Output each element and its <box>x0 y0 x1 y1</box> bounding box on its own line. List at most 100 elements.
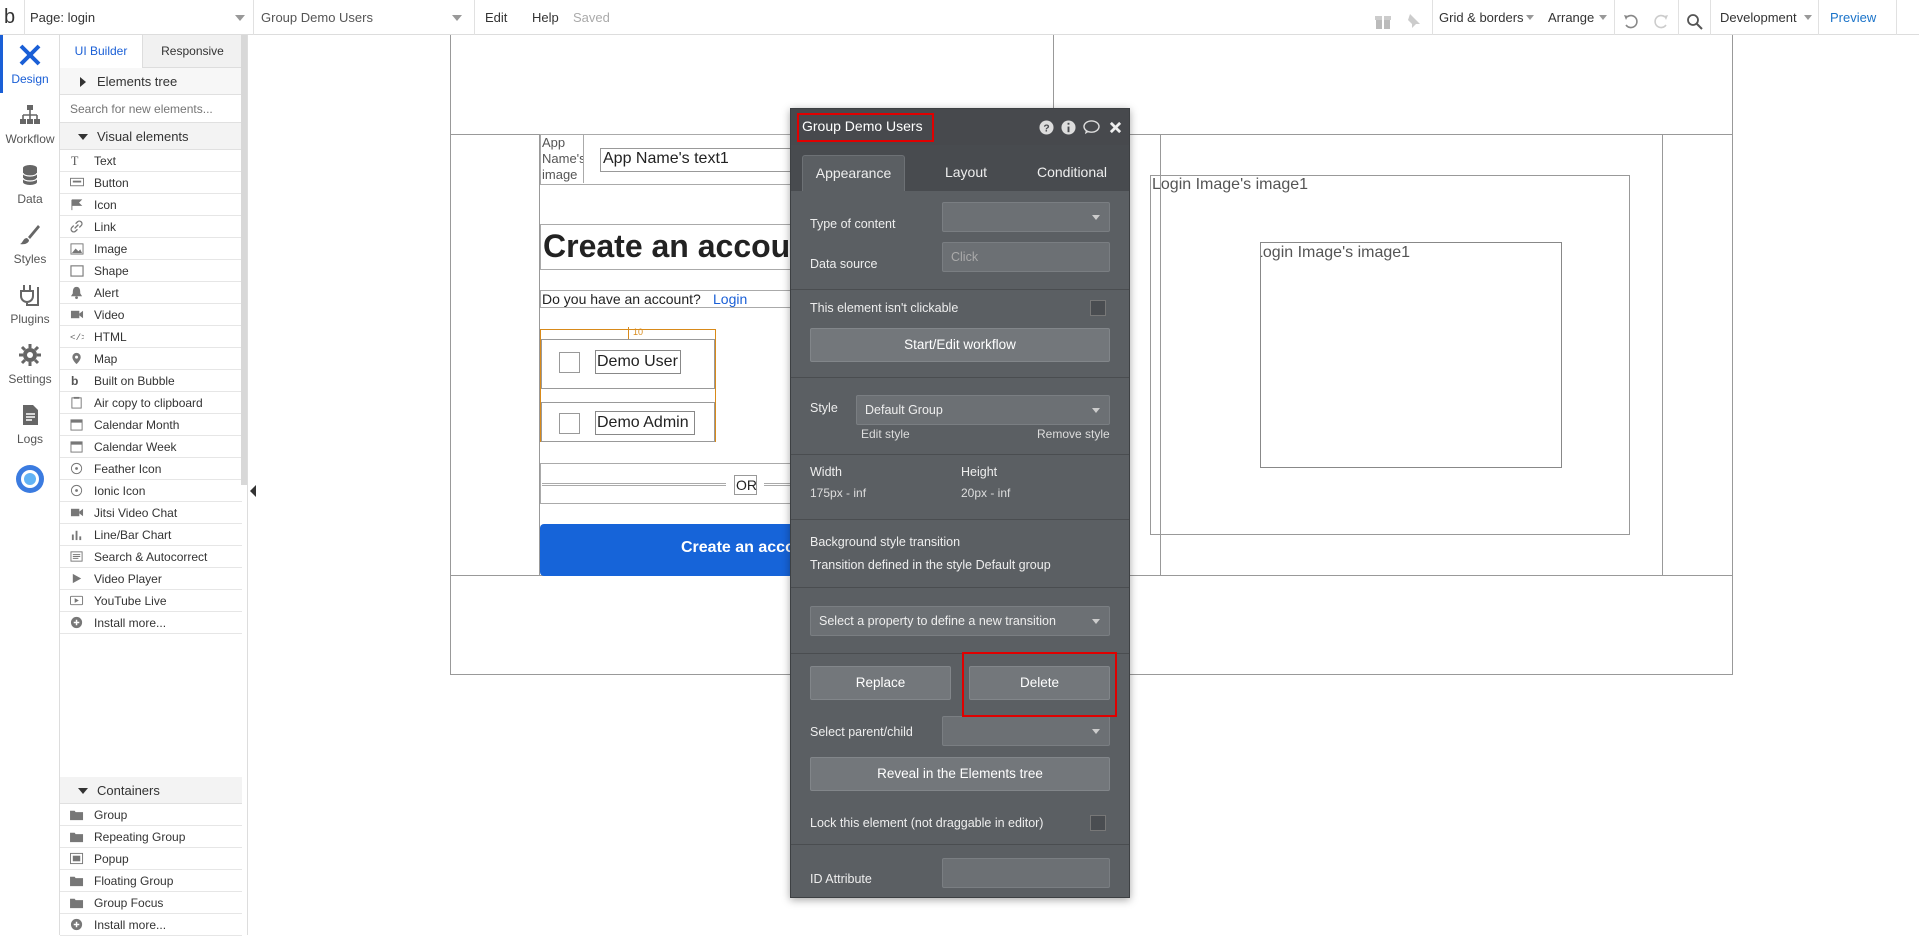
element-item-air-copy-to-clipboard[interactable]: Air copy to clipboard <box>60 392 242 414</box>
replace-button[interactable]: Replace <box>810 666 951 700</box>
type-of-content-label: Type of content <box>810 217 896 231</box>
element-search-input[interactable] <box>60 96 242 123</box>
element-item-text[interactable]: T Text <box>60 150 242 172</box>
gift-icon[interactable] <box>1374 8 1392 29</box>
delete-highlight <box>962 652 1117 717</box>
container-item-group-focus[interactable]: Group Focus <box>60 892 242 914</box>
element-item-shape[interactable]: Shape <box>60 260 242 282</box>
demo-user-checkbox[interactable] <box>559 352 580 373</box>
element-item-link[interactable]: Link <box>60 216 242 238</box>
visual-elements-header[interactable]: Visual elements <box>60 123 242 150</box>
container-item-repeating-group[interactable]: Repeating Group <box>60 826 242 848</box>
remove-style-link[interactable]: Remove style <box>1037 427 1110 441</box>
arrange-menu[interactable]: Arrange <box>1548 0 1608 35</box>
width-value[interactable]: 175px - inf <box>810 486 866 500</box>
undo-icon[interactable] <box>1622 9 1640 29</box>
style-select[interactable]: Default Group <box>856 395 1110 425</box>
id-attribute-input[interactable] <box>942 858 1110 888</box>
inner-image[interactable]: Login Image's image1 <box>1260 242 1562 468</box>
workflow-icon <box>20 105 40 124</box>
container-item-popup[interactable]: Popup <box>60 848 242 870</box>
assistant-icon[interactable] <box>14 463 46 495</box>
demo-admin-label-box[interactable]: Demo Admin <box>595 411 695 435</box>
top-toolbar: b Page: login Group Demo Users Edit Help… <box>0 0 1919 35</box>
element-item-map[interactable]: Map <box>60 348 242 370</box>
element-item-alert[interactable]: Alert <box>60 282 242 304</box>
demo-user-label-box[interactable]: Demo User <box>595 350 681 374</box>
preview-link[interactable]: Preview <box>1830 0 1876 35</box>
element-item-feather-icon[interactable]: Feather Icon <box>60 458 242 480</box>
tab-appearance[interactable]: Appearance <box>802 155 905 191</box>
transition-property-select[interactable]: Select a property to define a new transi… <box>810 606 1110 636</box>
info-icon[interactable] <box>1061 120 1076 135</box>
element-item-line-bar-chart[interactable]: Line/Bar Chart <box>60 524 242 546</box>
containers-header[interactable]: Containers <box>60 777 242 804</box>
container-item-floating-group[interactable]: Floating Group <box>60 870 242 892</box>
select-parent-child-select[interactable] <box>942 716 1110 746</box>
property-editor[interactable]: Group Demo Users ? Appearance Layout Con… <box>790 108 1130 898</box>
not-clickable-checkbox[interactable] <box>1090 300 1106 316</box>
close-icon[interactable] <box>1109 121 1122 134</box>
demo-admin-checkbox[interactable] <box>559 413 580 434</box>
rail-styles[interactable]: Styles <box>0 215 60 273</box>
rail-design[interactable]: Design <box>0 35 60 93</box>
create-account-button[interactable]: Create an account <box>540 524 806 576</box>
element-item-search-autocorrect[interactable]: Search & Autocorrect <box>60 546 242 568</box>
search-icon[interactable] <box>1686 9 1704 30</box>
panel-scrollbar[interactable] <box>241 35 247 485</box>
tab-ui-builder[interactable]: UI Builder <box>60 35 142 68</box>
elements-tree-toggle[interactable]: Elements tree <box>60 68 242 95</box>
or-text-box[interactable]: OR <box>734 475 757 495</box>
bubble-logo[interactable]: b <box>4 0 15 35</box>
start-edit-workflow-button[interactable]: Start/Edit workflow <box>810 328 1110 362</box>
element-item-youtube-live[interactable]: YouTube Live <box>60 590 242 612</box>
container-item-group[interactable]: Group <box>60 804 242 826</box>
menu-edit[interactable]: Edit <box>485 0 507 35</box>
reveal-in-tree-button[interactable]: Reveal in the Elements tree <box>810 757 1110 791</box>
pin-icon[interactable] <box>1406 8 1424 28</box>
environment-selector[interactable]: Development <box>1720 0 1812 35</box>
element-item-video[interactable]: Video <box>60 304 242 326</box>
rail-settings[interactable]: Settings <box>0 335 60 393</box>
collapse-panel-arrow[interactable] <box>250 485 256 497</box>
container-item-install-more[interactable]: Install more... <box>60 914 242 936</box>
element-item-install-more[interactable]: Install more... <box>60 612 242 634</box>
height-value[interactable]: 20px - inf <box>961 486 1010 500</box>
app-name-image[interactable]: App Name's image <box>542 135 584 183</box>
rail-styles-label: Styles <box>13 252 47 266</box>
edit-style-link[interactable]: Edit style <box>861 427 910 441</box>
menu-help[interactable]: Help <box>532 0 559 35</box>
element-item-jitsi-video-chat[interactable]: Jitsi Video Chat <box>60 502 242 524</box>
air-copy-to-clipboard-icon <box>71 396 82 409</box>
element-item-built-on-bubble[interactable]: b Built on Bubble <box>60 370 242 392</box>
comment-icon[interactable] <box>1083 120 1100 135</box>
element-item-button[interactable]: Button <box>60 172 242 194</box>
redo-icon[interactable] <box>1652 9 1670 29</box>
element-selector[interactable]: Group Demo Users <box>261 0 471 35</box>
page-selector[interactable]: Page: login <box>30 0 250 35</box>
element-item-image[interactable]: Image <box>60 238 242 260</box>
login-link[interactable]: Login <box>713 291 747 307</box>
rail-logs[interactable]: Logs <box>0 395 60 453</box>
rail-workflow[interactable]: Workflow <box>0 95 60 153</box>
tab-layout[interactable]: Layout <box>921 155 1011 191</box>
tab-conditional[interactable]: Conditional <box>1023 155 1121 191</box>
separator <box>253 0 254 35</box>
heading-text[interactable]: Create an account <box>540 224 806 270</box>
rail-plugins[interactable]: Plugins <box>0 275 60 333</box>
element-item-calendar-month[interactable]: Calendar Month <box>60 414 242 436</box>
have-account-text[interactable]: Do you have an account? Login <box>540 290 806 308</box>
lock-element-checkbox[interactable] <box>1090 815 1106 831</box>
rail-data[interactable]: Data <box>0 155 60 213</box>
data-source-field[interactable]: Click <box>942 242 1110 272</box>
element-item-html[interactable]: </> HTML <box>60 326 242 348</box>
element-item-ionic-icon[interactable]: Ionic Icon <box>60 480 242 502</box>
type-of-content-select[interactable] <box>942 202 1110 232</box>
element-item-calendar-week[interactable]: Calendar Week <box>60 436 242 458</box>
grid-borders-menu[interactable]: Grid & borders <box>1439 0 1535 35</box>
element-item-label: Line/Bar Chart <box>94 528 172 542</box>
help-icon[interactable]: ? <box>1039 120 1054 135</box>
element-item-icon[interactable]: Icon <box>60 194 242 216</box>
element-item-video-player[interactable]: Video Player <box>60 568 242 590</box>
tab-responsive[interactable]: Responsive <box>142 35 242 68</box>
